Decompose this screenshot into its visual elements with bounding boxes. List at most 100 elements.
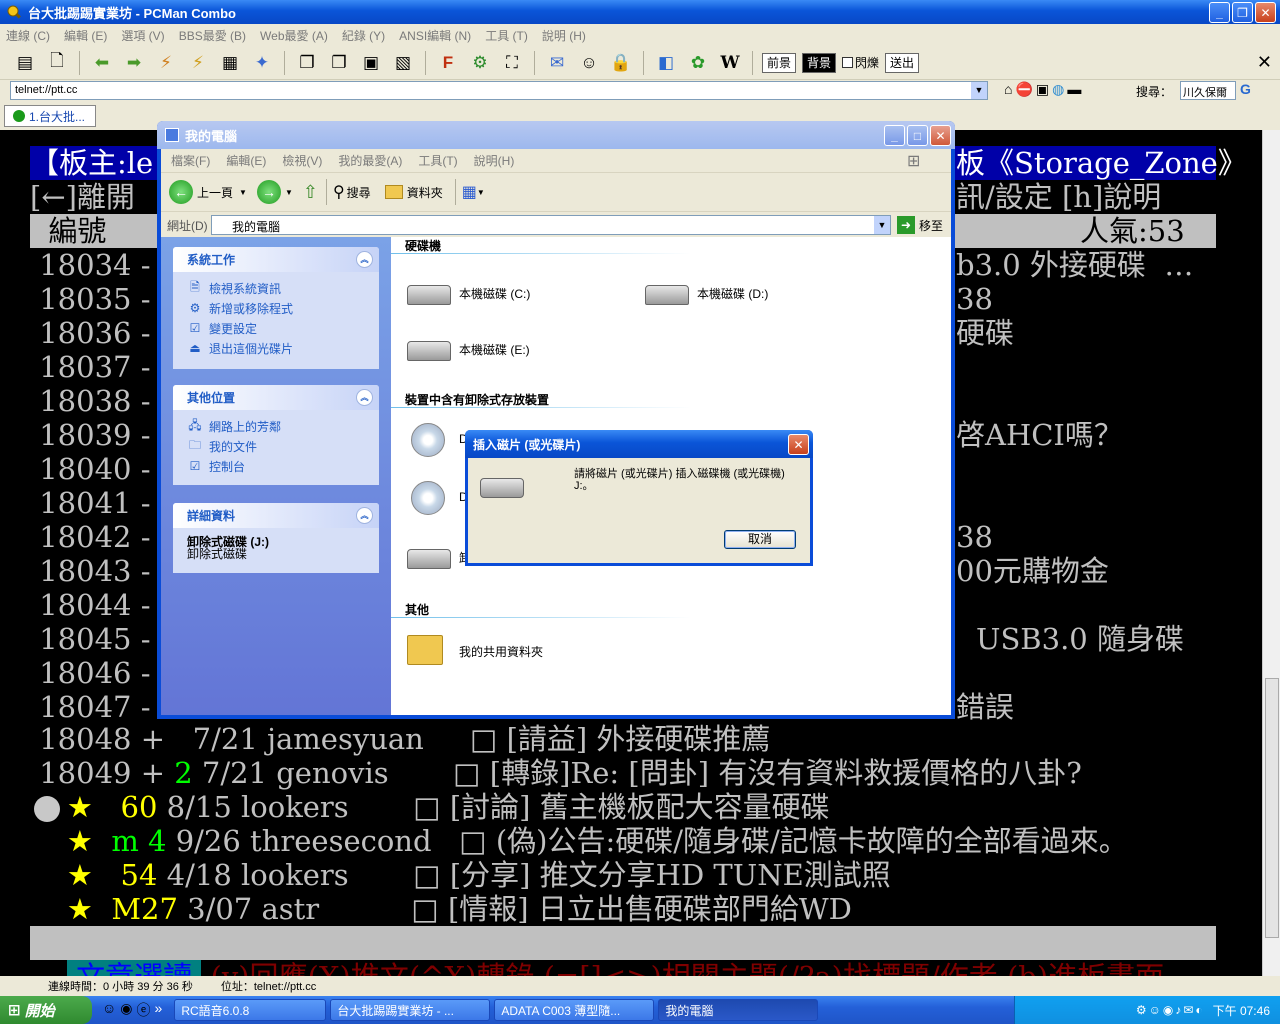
folders-icon[interactable] (384, 185, 403, 199)
font-icon[interactable]: F (435, 50, 461, 76)
shared-folder[interactable]: 我的共用資料夾 (405, 635, 543, 667)
disconnect-icon[interactable]: ⚡ (153, 50, 179, 76)
menu-item-log[interactable]: 紀錄 (Y) (342, 27, 385, 44)
add-favorite-icon[interactable]: ✦ (249, 50, 275, 76)
article-row[interactable]: ★ 60 8/15 lookers □ [討論] 舊主機板配大容量硬碟 (30, 790, 830, 824)
close-toolbar-icon[interactable]: ✕ (1257, 52, 1272, 73)
globe-icon[interactable]: ◍ (1052, 81, 1064, 98)
tray-icons[interactable]: ⚙☺◉♪✉◐ (1136, 1003, 1205, 1017)
emoticon-icon[interactable]: ☺ (576, 50, 602, 76)
explorer-minimize-button[interactable]: _ (884, 125, 905, 146)
folders-button[interactable]: 資料夾 (407, 184, 443, 201)
article-row[interactable]: ★ M27 3/07 astr □ [情報] 日立出售硬碟部門給WD (30, 892, 852, 926)
new-connection-icon[interactable]: 🗋 (44, 50, 70, 76)
removable-drive[interactable]: 卸 (405, 541, 471, 573)
lock-icon[interactable]: 🔒 (608, 50, 634, 76)
article-row[interactable]: 18049 + 2 7/21 genovis □ [轉錄]Re: [問卦] 有沒… (30, 756, 1082, 790)
up-folder-icon[interactable]: ⇧ (303, 182, 318, 203)
copy-icon[interactable]: ❐ (294, 50, 320, 76)
menu-item-ansi-edit[interactable]: ANSI編輯 (N) (399, 27, 471, 44)
terminal-scrollbar[interactable] (1262, 130, 1280, 976)
forward-icon[interactable]: → (256, 180, 281, 204)
menu-item-help[interactable]: 說明 (H) (542, 27, 586, 44)
article-row[interactable]: 18048 + 7/21 jamesyuan □ [請益] 外接硬碟推薦 (30, 722, 770, 756)
place-control-panel[interactable]: ☑ 控制台 (173, 456, 379, 476)
task-pcman[interactable]: 台大批踢踢實業坊 - ... (330, 999, 491, 1021)
menu-item-tools[interactable]: 工具 (T) (485, 27, 528, 44)
forward-dropdown-icon[interactable]: ▼ (285, 188, 293, 197)
explorer-menu-file[interactable]: 檔案(F) (171, 152, 210, 169)
dvd-drive[interactable]: D (405, 481, 468, 515)
article-row[interactable]: ★ m 4 9/26 threesecond □ (偽)公告:硬碟/隨身碟/記憶… (30, 824, 1128, 858)
menu-item-options[interactable]: 選項 (V) (121, 27, 164, 44)
collapse-icon[interactable]: ︽ (356, 251, 373, 268)
background-color-button[interactable]: 背景 (802, 52, 837, 73)
search-engine-icon[interactable]: G (1240, 81, 1251, 97)
cd-drive[interactable]: D (405, 423, 468, 457)
cancel-button[interactable]: 取消 (724, 530, 796, 549)
search-button[interactable]: 搜尋 (347, 184, 371, 201)
explorer-menu-tools[interactable]: 工具(T) (418, 152, 457, 169)
scrollbar-thumb[interactable] (1265, 678, 1279, 938)
collapse-icon[interactable]: ︽ (356, 389, 373, 406)
explorer-menu-help[interactable]: 說明(H) (474, 152, 515, 169)
paste-icon[interactable]: ▣ (358, 50, 384, 76)
reconnect-icon[interactable]: ⚡ (185, 50, 211, 76)
place-my-documents[interactable]: 🗀 我的文件 (173, 436, 379, 456)
firefox-icon[interactable]: ◉ (120, 1000, 132, 1020)
chevron-down-icon[interactable]: ▼ (971, 82, 987, 99)
search-icon[interactable]: ⚲ (333, 182, 345, 202)
task-change-setting[interactable]: ☑ 變更設定 (173, 318, 379, 338)
select-all-icon[interactable]: ▧ (390, 50, 416, 76)
task-view-system-info[interactable]: 🗎 檢視系統資訊 (173, 278, 379, 298)
go-button[interactable]: ➜ 移至 (897, 216, 943, 234)
back-arrow-icon[interactable]: ⬅ (89, 50, 115, 76)
close-button[interactable]: ✕ (1255, 2, 1276, 23)
mail-icon[interactable]: ✉ (544, 50, 570, 76)
task-add-remove-programs[interactable]: ⚙ 新增或移除程式 (173, 298, 379, 318)
start-button[interactable]: ⊞ 開始 (0, 996, 92, 1024)
drive-c[interactable]: 本機磁碟 (C:) (405, 277, 530, 309)
task-rc-voice[interactable]: RC語音6.0.8 (174, 999, 327, 1021)
dialog-close-button[interactable]: ✕ (788, 434, 809, 455)
back-button[interactable]: 上一頁 (197, 184, 233, 201)
tab-ptt[interactable]: 1.台大批... (4, 105, 96, 127)
flash-checkbox[interactable]: 閃爍 (842, 54, 879, 71)
explorer-maximize-button[interactable]: □ (907, 125, 928, 146)
minimize-button[interactable]: _ (1209, 2, 1230, 23)
place-network[interactable]: 🖧 網路上的芳鄰 (173, 416, 379, 436)
foreground-color-button[interactable]: 前景 (762, 52, 797, 73)
collapse-icon[interactable]: ︽ (356, 507, 373, 524)
views-dropdown-icon[interactable]: ▼ (477, 188, 485, 197)
settings-gear-icon[interactable]: ⚙ (467, 50, 493, 76)
back-dropdown-icon[interactable]: ▼ (239, 188, 247, 197)
drive-e[interactable]: 本機磁碟 (E:) (405, 333, 530, 365)
tools-icon[interactable]: ▬ (1067, 81, 1081, 98)
explorer-address-input[interactable]: 我的電腦 ▼ (211, 215, 891, 235)
menu-item-connect[interactable]: 連線 (C) (6, 27, 50, 44)
home-icon[interactable]: ⌂ (1004, 81, 1012, 98)
task-my-computer[interactable]: 我的電腦 (658, 999, 819, 1021)
google-search-icon[interactable]: ◧ (653, 50, 679, 76)
ie-icon[interactable]: ⓔ (137, 1000, 151, 1020)
icq-flower-icon[interactable]: ✿ (685, 50, 711, 76)
search-input[interactable]: 川久保爾 (1180, 81, 1236, 100)
drive-d[interactable]: 本機磁碟 (D:) (643, 277, 768, 309)
views-icon[interactable]: ▦ (462, 182, 477, 202)
chevron-down-icon[interactable]: ▼ (874, 216, 890, 234)
close-tab-icon[interactable]: ▦ (217, 50, 243, 76)
task-adata[interactable]: ADATA C003 薄型隨... (494, 999, 655, 1021)
copy-color-icon[interactable]: ❐ (326, 50, 352, 76)
menu-item-edit[interactable]: 編輯 (E) (64, 27, 107, 44)
task-eject-disc[interactable]: ⏏ 退出這個光碟片 (173, 338, 379, 358)
explorer-menu-edit[interactable]: 編輯(E) (226, 152, 266, 169)
explorer-menu-view[interactable]: 檢視(V) (282, 152, 322, 169)
favorites-icon[interactable]: ▣ (1036, 81, 1049, 98)
wikipedia-icon[interactable]: W (717, 50, 743, 76)
forward-arrow-icon[interactable]: ➡ (121, 50, 147, 76)
flash-checkbox-box[interactable] (842, 57, 854, 68)
send-button[interactable]: 送出 (885, 52, 920, 73)
maximize-button[interactable]: ❐ (1232, 2, 1253, 23)
stop-icon[interactable]: ⛔ (1015, 81, 1032, 98)
more-icon[interactable]: » (155, 1000, 163, 1020)
